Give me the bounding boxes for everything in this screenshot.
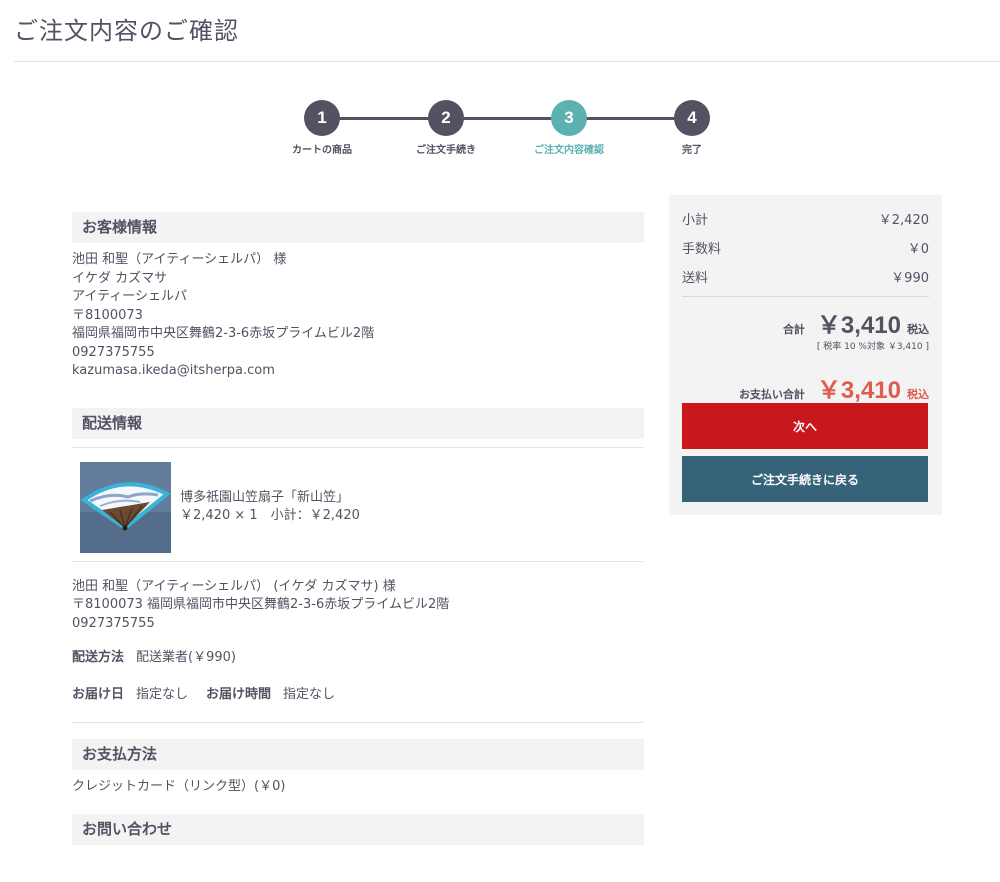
customer-phone: 0927375755 <box>72 344 155 360</box>
shipping-method: 配送方法 配送業者(￥990) <box>72 649 644 668</box>
step-confirm: 3 ご注文内容確認 <box>509 100 629 156</box>
order-summary: 小計 ￥2,420 手数料 ￥0 送料 ￥990 合計 ￥3,410 税込 [ … <box>669 195 942 515</box>
tax-note: [ 税率 10 %対象 ￥3,410 ] <box>816 342 929 352</box>
customer-heading: お客様情報 <box>72 212 644 243</box>
customer-postal: 〒8100073 <box>72 307 143 323</box>
summary-divider <box>682 296 929 297</box>
shipping-method-value: 配送業者(￥990) <box>136 650 236 665</box>
shipping-address: 池田 和聖（アイティーシェルパ） (イケダ カズマサ) 様 〒8100073 福… <box>72 578 644 634</box>
delivery-schedule: お届け日 指定なし お届け時間 指定なし <box>72 686 644 705</box>
order-details: お客様情報 池田 和聖（アイティーシェルパ） 様 イケダ カズマサ アイティーシ… <box>72 212 644 845</box>
shipping-fee-value: ￥990 <box>891 271 929 286</box>
customer-email: kazumasa.ikeda@itsherpa.com <box>72 363 275 378</box>
customer-info: 池田 和聖（アイティーシェルパ） 様 イケダ カズマサ アイティーシェルパ 〒8… <box>72 251 644 381</box>
delivery-date-label: お届け日 <box>72 686 125 702</box>
step-procedure: 2 ご注文手続き <box>386 100 506 156</box>
recipient-phone: 0927375755 <box>72 615 155 631</box>
total-row: 合計 ￥3,410 税込 <box>783 305 929 340</box>
back-to-checkout-button[interactable]: ご注文手続きに戻る <box>682 456 928 502</box>
recipient-name: 池田 和聖（アイティーシェルパ） (イケダ カズマサ) 様 <box>72 578 396 594</box>
checkout-steps: 1 カートの商品 2 ご注文手続き 3 ご注文内容確認 4 完了 <box>0 100 1000 160</box>
customer-address: 福岡県福岡市中央区舞鶴2-3-6赤坂プライムビル2階 <box>72 326 375 341</box>
customer-name: 池田 和聖（アイティーシェルパ） 様 <box>72 252 287 267</box>
product-info: 博多祇園山笠扇子「新山笠」 ￥2,420 × 1 小計：￥2,420 <box>180 489 360 526</box>
payment-total-value: ￥3,410 <box>816 377 901 404</box>
product-item: 博多祇園山笠扇子「新山笠」 ￥2,420 × 1 小計：￥2,420 <box>72 448 644 561</box>
shipping-fee-row: 送料 ￥990 <box>682 267 929 286</box>
step-label: ご注文手続き <box>416 145 476 156</box>
divider <box>72 560 644 562</box>
step-label: 完了 <box>682 145 702 156</box>
recipient-address: 〒8100073 福岡県福岡市中央区舞鶴2-3-6赤坂プライムビル2階 <box>72 597 450 612</box>
product-thumbnail <box>80 461 171 553</box>
title-divider <box>14 61 1000 62</box>
shipping-fee-label: 送料 <box>682 271 709 286</box>
tax-included-label: 税込 <box>907 388 929 401</box>
payment-total-row: お支払い合計 ￥3,410 税込 <box>739 370 929 405</box>
shipping-method-label: 配送方法 <box>72 650 125 665</box>
step-number: 3 <box>551 100 587 136</box>
subtotal-label: 小計 <box>682 213 709 228</box>
divider <box>72 722 644 723</box>
step-complete: 4 完了 <box>632 100 752 156</box>
step-cart: 1 カートの商品 <box>262 100 382 156</box>
total-value: ￥3,410 <box>816 312 901 339</box>
folding-fan-image <box>80 461 171 553</box>
fee-value: ￥0 <box>907 242 929 257</box>
delivery-date-value: 指定なし <box>136 686 189 702</box>
step-number: 1 <box>304 100 340 136</box>
subtotal-row: 小計 ￥2,420 <box>682 209 929 228</box>
payment-total-label: お支払い合計 <box>738 388 805 401</box>
delivery-time-label: お届け時間 <box>206 686 272 702</box>
contact-heading: お問い合わせ <box>72 813 644 845</box>
step-label: カートの商品 <box>292 145 352 156</box>
total-label: 合計 <box>782 323 805 336</box>
payment-method: クレジットカード（リンク型）(￥0) <box>72 779 286 794</box>
shipping-heading: 配送情報 <box>72 407 644 439</box>
step-label: ご注文内容確認 <box>534 145 604 156</box>
product-name: 博多祇園山笠扇子「新山笠」 <box>180 489 350 505</box>
tax-included-label: 税込 <box>907 323 929 336</box>
step-number: 2 <box>428 100 464 136</box>
customer-company: アイティーシェルパ <box>72 289 188 304</box>
step-number: 4 <box>674 100 710 136</box>
payment-heading: お支払方法 <box>72 739 644 770</box>
delivery-time-value: 指定なし <box>283 686 336 702</box>
next-button[interactable]: 次へ <box>682 403 928 449</box>
fee-label: 手数料 <box>682 242 722 257</box>
page-title: ご注文内容のご確認 <box>14 17 239 45</box>
customer-kana: イケダ カズマサ <box>72 270 168 286</box>
fee-row: 手数料 ￥0 <box>682 238 929 257</box>
subtotal-value: ￥2,420 <box>878 213 929 228</box>
product-price: ￥2,420 × 1 小計：￥2,420 <box>180 508 360 523</box>
